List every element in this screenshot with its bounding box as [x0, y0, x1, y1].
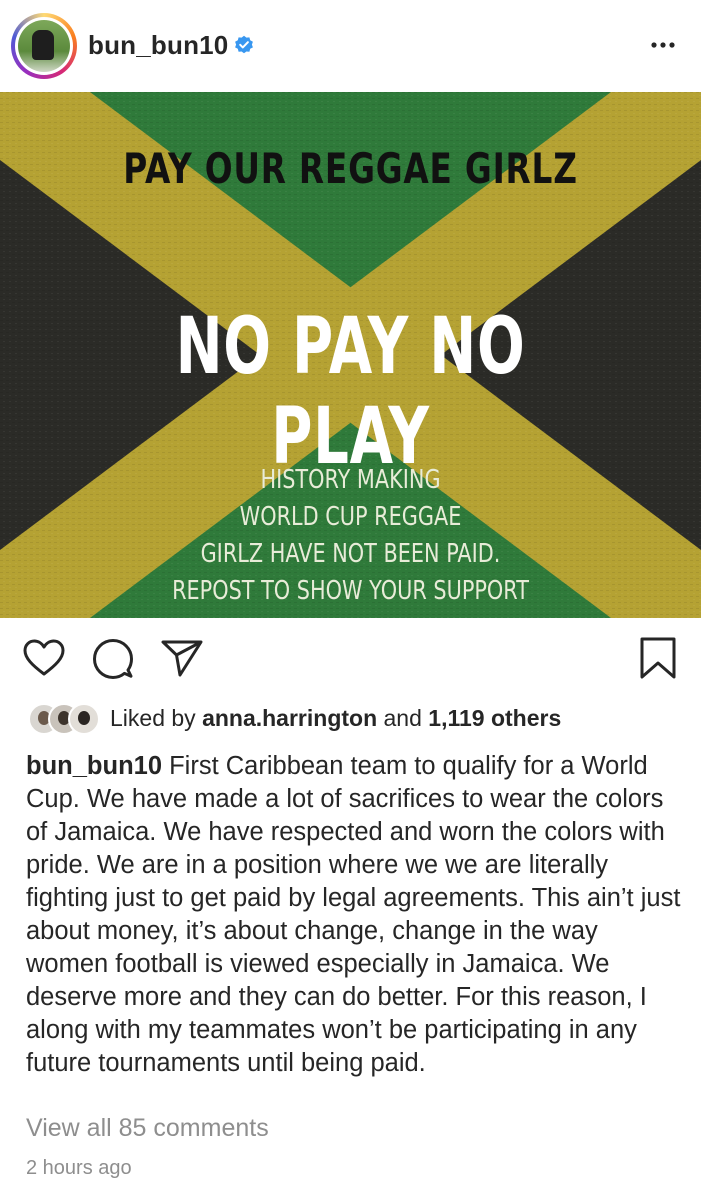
caption: bun_bun10 First Caribbean team to qualif… — [26, 750, 686, 1080]
username[interactable]: bun_bun10 — [88, 30, 228, 61]
likes-and: and — [383, 705, 422, 731]
liker-avatar[interactable] — [68, 703, 100, 735]
liker-username[interactable]: anna.harrington — [202, 705, 377, 731]
send-icon[interactable] — [160, 638, 204, 678]
image-slogan: NO PAY NO PLAY — [175, 302, 526, 482]
heart-icon[interactable] — [22, 638, 66, 678]
likes-count[interactable]: 1,119 others — [428, 705, 561, 731]
more-options-icon[interactable] — [648, 33, 678, 57]
caption-text: First Caribbean team to qualify for a Wo… — [26, 752, 681, 1077]
verified-badge-icon — [235, 35, 253, 54]
post-image[interactable]: PAY OUR REGGAE GIRLZ NO PAY NO PLAY HIST… — [0, 92, 701, 618]
image-subtext: HISTORY MAKING WORLD CUP REGGAE GIRLZ HA… — [172, 465, 529, 606]
post-actions — [0, 622, 701, 696]
view-comments-link[interactable]: View all 85 comments — [26, 1114, 269, 1143]
post-header: bun_bun10 — [0, 0, 701, 92]
post-timestamp: 2 hours ago — [26, 1157, 132, 1179]
bookmark-icon[interactable] — [639, 636, 677, 680]
avatar[interactable] — [11, 13, 77, 79]
likes-prefix: Liked by — [110, 705, 196, 731]
image-headline: PAY OUR REGGAE GIRLZ — [123, 144, 578, 193]
comment-icon[interactable] — [92, 638, 134, 680]
likes-summary: Liked by anna.harrington and 1,119 other… — [110, 705, 561, 732]
caption-username[interactable]: bun_bun10 — [26, 752, 162, 780]
